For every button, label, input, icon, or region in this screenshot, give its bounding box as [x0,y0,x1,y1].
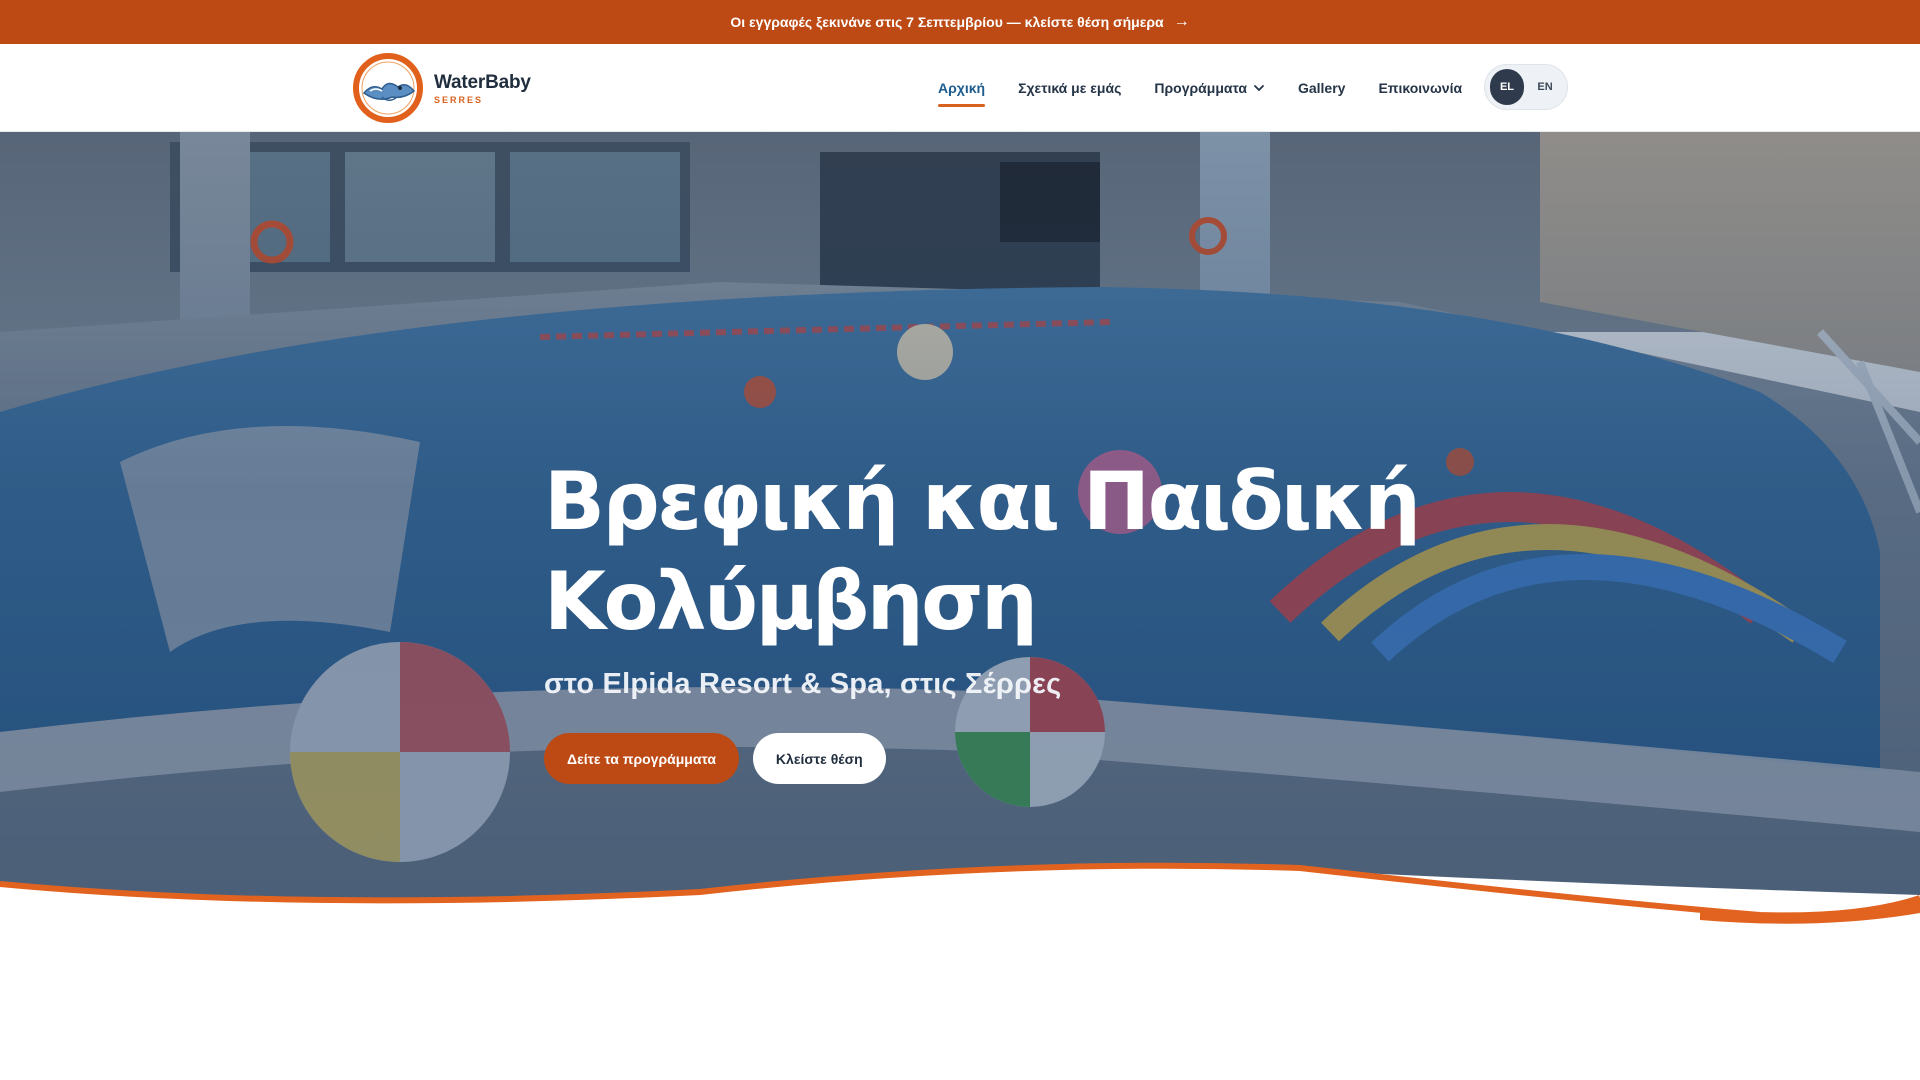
hero-title-line1: Βρεφική και Παιδική [544,455,1421,548]
site-logo[interactable]: WaterBaby SERRES [352,53,531,123]
nav-item-gallery[interactable]: Gallery [1298,44,1345,132]
main-nav: Αρχική Σχετικά με εμάς Προγράμματα Galle… [938,44,1462,132]
nav-item-home[interactable]: Αρχική [938,44,986,132]
arrow-right-icon: → [1173,13,1190,30]
book-spot-button[interactable]: Κλείστε θέση [752,733,886,784]
language-switcher: EL EN [1484,64,1568,110]
nav-item-label: Gallery [1297,80,1346,96]
brand-location: SERRES [434,94,484,105]
view-programs-button[interactable]: Δείτε τα προγράμματα [544,733,739,784]
nav-item-label: Αρχική [938,80,986,96]
lang-button-el[interactable]: EL [1490,69,1524,105]
announcement-bar[interactable]: Οι εγγραφές ξεκινάνε στις 7 Σεπτεμβρίου … [0,0,1920,44]
hero-title-line2: Κολύμβηση [544,555,1038,648]
logo-badge-icon [353,53,423,123]
hero-actions: Δείτε τα προγράμματα Κλείστε θέση [544,733,1444,784]
chevron-down-icon [1254,85,1264,91]
hero-section: Βρεφική και Παιδική Κολύμβηση στο Elpida… [0,132,1920,920]
nav-item-contact[interactable]: Επικοινωνία [1378,44,1462,132]
nav-item-label: Σχετικά με εμάς [1018,80,1122,96]
brand-name: WaterBaby [434,71,531,93]
nav-item-programs[interactable]: Προγράμματα [1154,44,1265,132]
site-header: WaterBaby SERRES Αρχική Σχετικά με εμάς … [0,44,1920,132]
announcement-text: Οι εγγραφές ξεκινάνε στις 7 Σεπτεμβρίου … [730,14,1164,30]
hero-title: Βρεφική και Παιδική Κολύμβηση [544,452,1444,652]
nav-item-about[interactable]: Σχετικά με εμάς [1018,44,1121,132]
hero-subtitle: στο Elpida Resort & Spa, στις Σέρρες [544,668,1062,700]
nav-item-label: Επικοινωνία [1378,80,1463,96]
nav-item-label: Προγράμματα [1154,80,1247,96]
lang-button-en[interactable]: EN [1528,69,1562,105]
hero-content: Βρεφική και Παιδική Κολύμβηση στο Elpida… [544,452,1444,784]
